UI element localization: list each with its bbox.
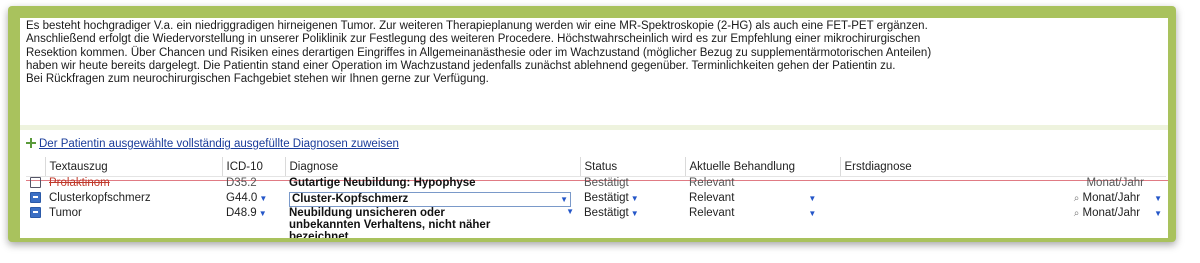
chevron-down-icon[interactable]: ▼ bbox=[631, 194, 639, 203]
diagnose-input-value: Cluster-Kopfschmerz bbox=[292, 193, 409, 205]
chevron-down-icon[interactable]: ▼ bbox=[808, 194, 816, 203]
behandlung-value: Relevant bbox=[689, 207, 735, 219]
behandlung-cell[interactable]: Relevant ▼ bbox=[685, 207, 840, 238]
table-header-row: Textauszug ICD-10 Diagnose Status Aktuel… bbox=[26, 157, 1166, 177]
table-row: Prolaktinom D35.2 Gutartige Neubildung: … bbox=[26, 177, 1166, 193]
excerpt-cell: Tumor bbox=[49, 207, 82, 219]
panel-frame: Es besteht hochgradiger V.a. ein niedrig… bbox=[8, 6, 1176, 242]
status-cell[interactable]: Bestätigt ▼ bbox=[580, 192, 685, 207]
header-check bbox=[26, 157, 45, 177]
section-separator bbox=[20, 125, 1168, 130]
erstdiagnose-cell: Monat/Jahr bbox=[1086, 177, 1144, 189]
erstdiagnose-value: Monat/Jahr bbox=[1082, 207, 1141, 219]
report-line: Es besteht hochgradiger V.a. ein niedrig… bbox=[26, 20, 928, 32]
report-line: Anschließend erfolgt die Wiedervorstellu… bbox=[26, 33, 921, 46]
diagnose-cell: Gutartige Neubildung: Hypophyse bbox=[285, 177, 580, 193]
diagnose-line: bezeichnet bbox=[289, 231, 349, 238]
status-cell: Bestätigt bbox=[584, 177, 629, 189]
row-checkbox-cell bbox=[26, 192, 45, 207]
chevron-down-icon[interactable]: ▼ bbox=[1154, 209, 1162, 218]
status-value: Bestätigt bbox=[584, 207, 629, 219]
chevron-down-icon[interactable]: ▼ bbox=[1154, 194, 1162, 203]
header-diagnose[interactable]: Diagnose bbox=[284, 157, 580, 177]
search-icon[interactable]: ⌕ bbox=[1074, 193, 1080, 204]
icd-cell: G44.0 ▼ bbox=[222, 192, 285, 207]
erstdiagnose-value: Monat/Jahr bbox=[1082, 192, 1141, 204]
assign-diagnoses-link[interactable]: Der Patientin ausgewählte vollständig au… bbox=[26, 138, 399, 150]
chevron-down-icon[interactable]: ▼ bbox=[259, 194, 267, 203]
diagnose-text[interactable]: Neubildung unsicheren oder unbekannten V… bbox=[289, 207, 576, 238]
icd-cell: D48.9 ▼ bbox=[222, 207, 285, 238]
excerpt-text: Prolaktinom bbox=[49, 177, 110, 189]
behandlung-cell: Relevant bbox=[689, 177, 735, 189]
excerpt-cell: Prolaktinom bbox=[45, 177, 222, 193]
panel-content: Es besteht hochgradiger V.a. ein niedrig… bbox=[20, 18, 1168, 238]
report-text: Es besteht hochgradiger V.a. ein niedrig… bbox=[26, 20, 1166, 86]
header-status[interactable]: Status bbox=[579, 157, 685, 177]
plus-icon bbox=[26, 138, 36, 148]
diagnose-input[interactable]: Cluster-Kopfschmerz ▼ bbox=[289, 192, 571, 207]
excerpt-cell: Clusterkopfschmerz bbox=[49, 192, 151, 204]
erstdiagnose-cell[interactable]: ⌕ Monat/Jahr ▼ bbox=[840, 192, 1166, 207]
erstdiagnose-cell[interactable]: ⌕ Monat/Jahr ▼ bbox=[840, 207, 1166, 238]
report-line: haben wir heute bereits dargelegt. Die P… bbox=[26, 59, 896, 72]
table-row: Tumor D48.9 ▼ Neubildung unsicheren oder … bbox=[26, 207, 1166, 238]
icd-value: D48.9 bbox=[226, 207, 257, 219]
row-checkbox[interactable] bbox=[30, 192, 41, 203]
diagnose-cell: Cluster-Kopfschmerz ▼ bbox=[285, 192, 580, 207]
report-line: Bei Rückfragen zum neurochirurgischen Fa… bbox=[26, 73, 489, 86]
chevron-down-icon[interactable]: ▼ bbox=[631, 209, 639, 218]
icd-cell: D35.2 bbox=[226, 177, 257, 189]
diagnoses-table: Textauszug ICD-10 Diagnose Status Aktuel… bbox=[26, 157, 1166, 238]
diagnose-cell: Neubildung unsicheren oder unbekannten V… bbox=[285, 207, 580, 238]
diagnose-text: Gutartige Neubildung: Hypophyse bbox=[289, 177, 476, 189]
chevron-down-icon[interactable]: ▼ bbox=[259, 209, 267, 218]
chevron-down-icon[interactable]: ▼ bbox=[566, 207, 574, 216]
assign-diagnoses-label: Der Patientin ausgewählte vollständig au… bbox=[39, 138, 399, 150]
header-icd[interactable]: ICD-10 bbox=[221, 157, 285, 177]
diagnose-line: unbekannten Verhaltens, nicht näher bbox=[289, 219, 491, 231]
status-value: Bestätigt bbox=[584, 192, 629, 204]
row-checkbox-cell bbox=[26, 177, 45, 193]
report-line: Resektion kommen. Über Chancen und Risik… bbox=[26, 46, 932, 59]
status-cell[interactable]: Bestätigt ▼ bbox=[580, 207, 685, 238]
row-checkbox-cell bbox=[26, 207, 45, 238]
chevron-down-icon[interactable]: ▼ bbox=[560, 193, 568, 206]
behandlung-value: Relevant bbox=[689, 192, 735, 204]
header-behandlung[interactable]: Aktuelle Behandlung bbox=[684, 157, 840, 177]
diagnose-line: Neubildung unsicheren oder bbox=[289, 207, 445, 219]
header-erstdiagnose[interactable]: Erstdiagnose bbox=[839, 157, 1166, 177]
header-textauszug[interactable]: Textauszug bbox=[44, 157, 222, 177]
row-checkbox[interactable] bbox=[30, 207, 41, 218]
icd-value: G44.0 bbox=[226, 192, 258, 204]
row-checkbox[interactable] bbox=[30, 177, 41, 188]
table-row: Clusterkopfschmerz G44.0 ▼ Cluster-Kopfsc… bbox=[26, 192, 1166, 207]
search-icon[interactable]: ⌕ bbox=[1074, 208, 1080, 219]
behandlung-cell[interactable]: Relevant ▼ bbox=[685, 192, 840, 207]
chevron-down-icon[interactable]: ▼ bbox=[808, 209, 816, 218]
